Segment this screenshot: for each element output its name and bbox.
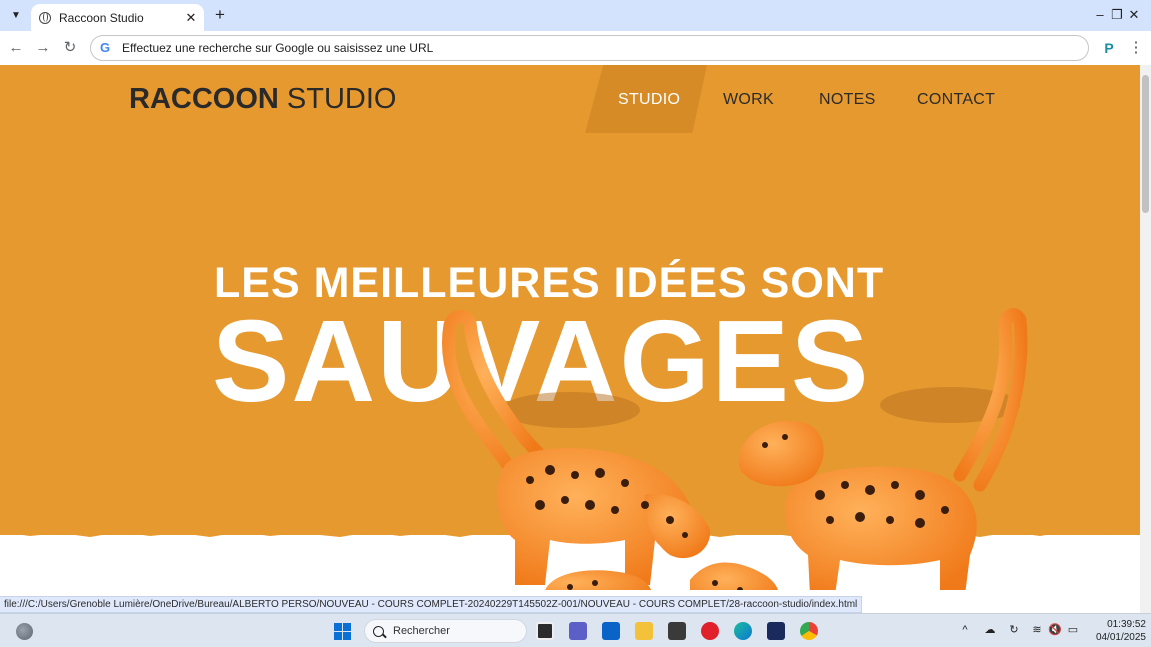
site-logo[interactable]: RACCOON STUDIO [129, 83, 396, 116]
start-button[interactable] [334, 623, 351, 640]
battery-icon[interactable]: ▭ [1066, 623, 1080, 637]
nav-work[interactable]: WORK [723, 91, 774, 109]
wifi-icon[interactable]: ≋ [1030, 623, 1044, 637]
logo-thin-text: STUDIO [278, 83, 397, 115]
edge-icon[interactable] [734, 622, 752, 640]
browser-tab[interactable]: Raccoon Studio ✕ [31, 4, 204, 31]
nav-studio[interactable]: STUDIO [618, 91, 680, 109]
page-viewport: RACCOON STUDIO STUDIO WORK NOTES CONTACT… [0, 65, 1140, 613]
taskbar-search-label: Rechercher [393, 625, 450, 637]
nav-contact[interactable]: CONTACT [917, 91, 995, 109]
taskbar-clock[interactable]: 01:39:52 04/01/2025 [1082, 618, 1146, 644]
leopard-figures-image [442, 308, 1028, 590]
status-bar-url: file:///C:/Users/Grenoble Lumière/OneDri… [0, 596, 863, 613]
clock-time: 01:39:52 [1107, 619, 1146, 630]
windows-taskbar: Rechercher ^ ☁ ↻ ≋ 🔇 ▭ 01:39:52 04/01/20… [0, 613, 1151, 647]
sublime-text-icon[interactable] [668, 622, 686, 640]
volume-icon[interactable]: 🔇 [1048, 623, 1062, 637]
task-view-icon[interactable] [536, 622, 554, 640]
extension-icon[interactable]: P [1100, 39, 1118, 57]
file-explorer-icon[interactable] [635, 622, 653, 640]
mail-icon[interactable] [602, 622, 620, 640]
tray-overflow-icon[interactable]: ^ [958, 623, 972, 637]
back-button[interactable]: ← [5, 37, 27, 59]
tab-title: Raccoon Studio [59, 10, 144, 25]
browser-menu-button[interactable]: ⋮ [1128, 38, 1144, 58]
globe-icon [39, 11, 51, 24]
address-bar[interactable]: G Effectuez une recherche sur Google ou … [90, 35, 1089, 61]
teams-icon[interactable] [569, 622, 587, 640]
reload-button[interactable]: ↻ [59, 37, 81, 59]
taskbar-search[interactable]: Rechercher [364, 619, 527, 643]
page-scrollbar[interactable] [1140, 65, 1151, 613]
opera-icon[interactable] [701, 622, 719, 640]
close-window-button[interactable]: ✕ [1117, 4, 1151, 26]
address-bar-placeholder: Effectuez une recherche sur Google ou sa… [122, 41, 434, 55]
google-icon: G [99, 40, 111, 55]
chrome-icon[interactable] [800, 622, 818, 640]
sync-icon[interactable]: ↻ [1007, 623, 1021, 637]
tab-close-button[interactable]: ✕ [182, 10, 200, 26]
scrollbar-thumb[interactable] [1142, 75, 1149, 213]
new-tab-button[interactable]: + [210, 5, 230, 25]
tab-strip: ▼ Raccoon Studio ✕ + – ❐ ✕ [0, 0, 1151, 31]
nav-notes[interactable]: NOTES [819, 91, 876, 109]
onedrive-icon[interactable]: ☁ [983, 623, 997, 637]
browser-toolbar: ← → ↻ G Effectuez une recherche sur Goog… [0, 31, 1151, 65]
tab-search-button[interactable]: ▼ [6, 5, 26, 25]
search-icon [373, 625, 384, 637]
forward-button[interactable]: → [32, 37, 54, 59]
logo-bold-text: RACCOON [129, 83, 279, 115]
teamviewer-icon[interactable] [767, 622, 785, 640]
widgets-icon[interactable] [16, 623, 33, 640]
clock-date: 04/01/2025 [1095, 632, 1146, 643]
